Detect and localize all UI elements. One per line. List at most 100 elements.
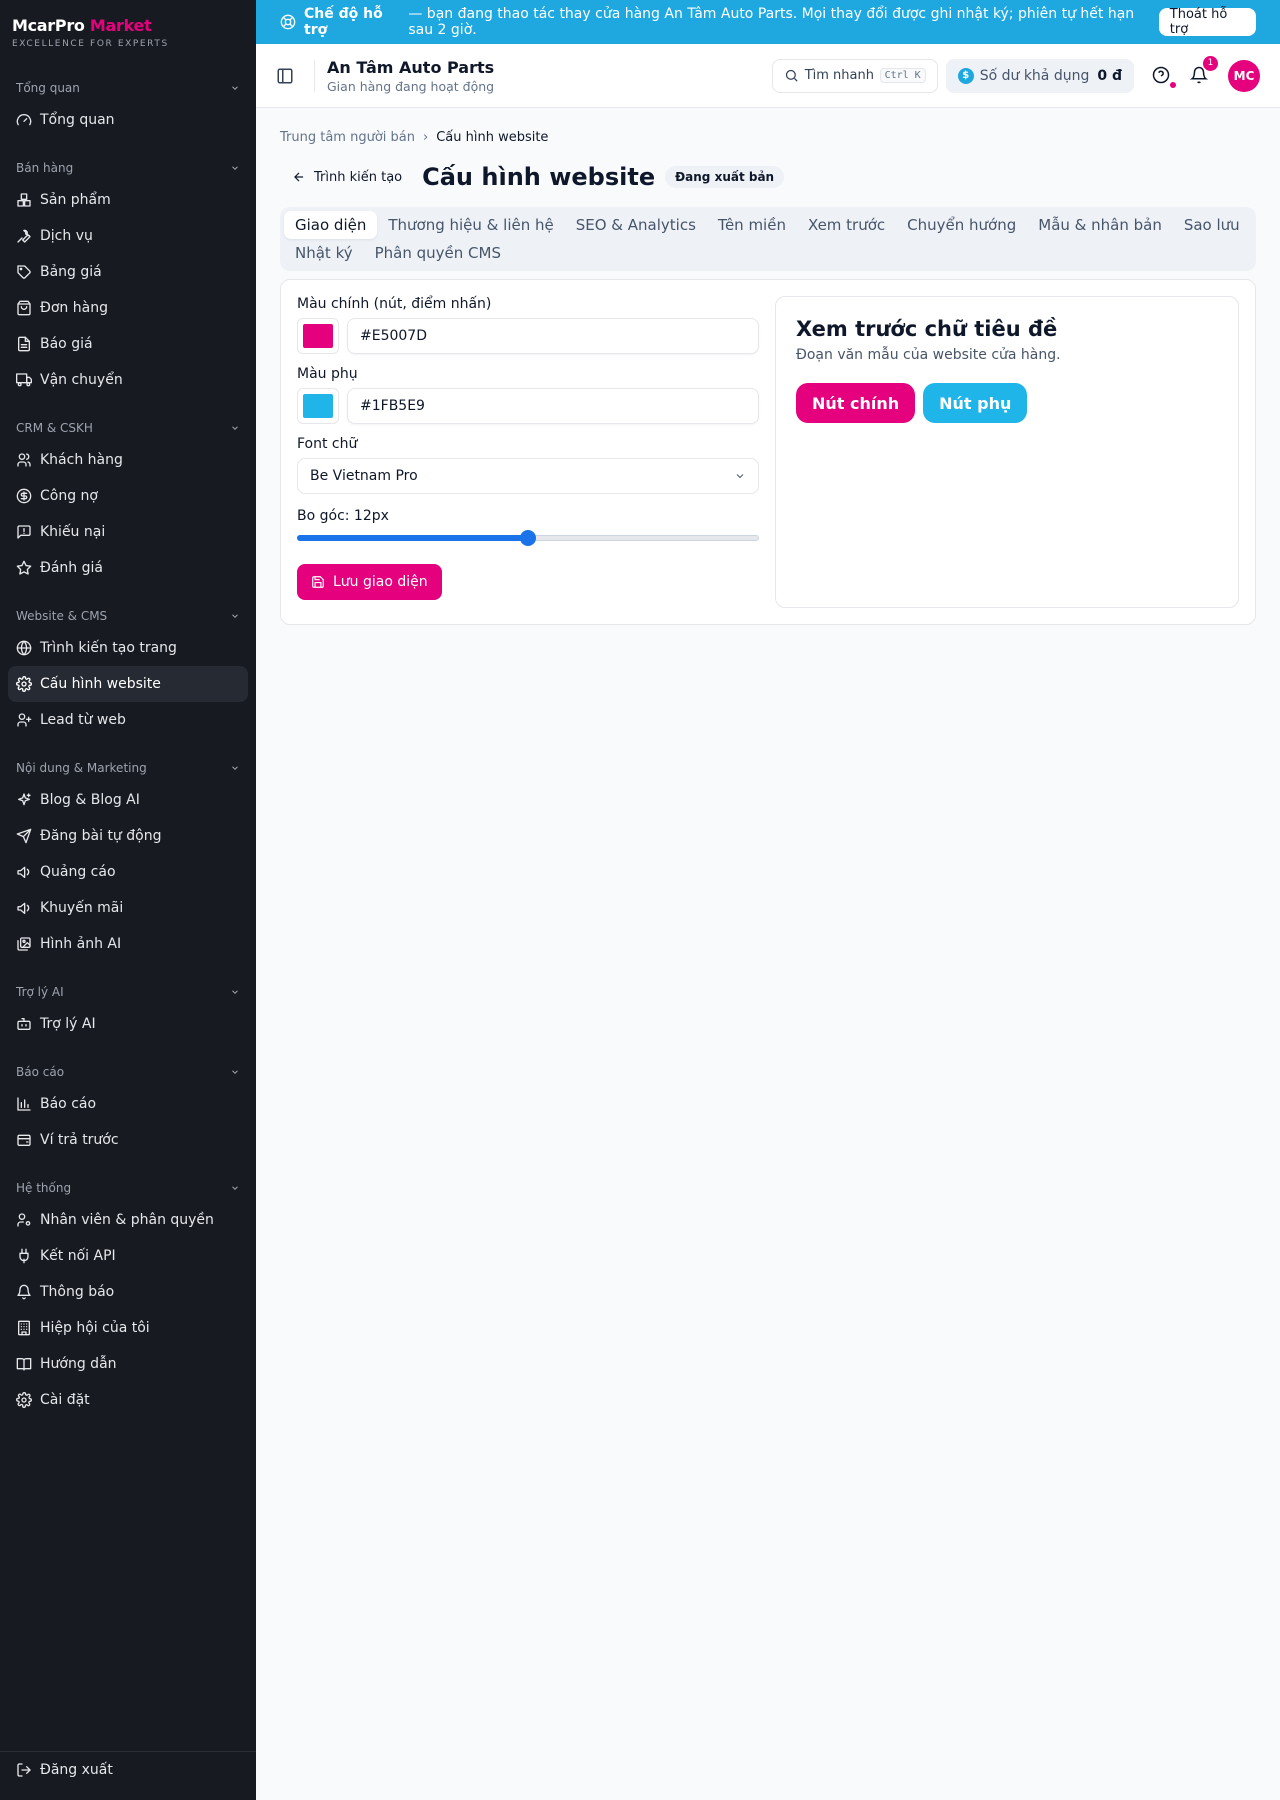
tab[interactable]: Xem trước	[797, 211, 896, 239]
sidebar-item[interactable]: Khách hàng	[8, 442, 248, 478]
save-icon	[312, 576, 324, 588]
sidebar-item[interactable]: Hình ảnh AI	[8, 926, 248, 962]
sidebar-item-label: Trình kiến tạo trang	[40, 640, 177, 656]
radius-label: Bo góc: 12px	[297, 508, 389, 524]
boxes-icon	[17, 193, 31, 207]
sidebar-item[interactable]: Lead từ web	[8, 702, 248, 738]
sidebar-item[interactable]: Dịch vụ	[8, 218, 248, 254]
chevron-down-icon	[232, 614, 238, 618]
sidebar-section-header[interactable]: Bán hàng	[8, 154, 248, 182]
sidebar-item[interactable]: Trình kiến tạo trang	[8, 630, 248, 666]
sidebar-item[interactable]: Trợ lý AI	[8, 1006, 248, 1042]
sidebar-item-label: Kết nối API	[40, 1248, 116, 1264]
font-select[interactable]: Be Vietnam Pro	[297, 458, 759, 494]
sidebar-item[interactable]: Cấu hình website	[8, 666, 248, 702]
tab-list: Giao diện Thương hiệu & liên hệ SEO & Anal…	[280, 207, 1256, 271]
sidebar-item[interactable]: Đăng bài tự động	[8, 818, 248, 854]
back-label: Trình kiến tạo	[314, 169, 403, 185]
chevron-down-icon	[232, 1070, 238, 1074]
sidebar-section-header[interactable]: Website & CMS	[8, 602, 248, 630]
font-select-value: Be Vietnam Pro	[310, 468, 418, 484]
tab[interactable]: Phân quyền CMS	[364, 239, 512, 267]
file-icon	[18, 336, 30, 352]
slider-thumb[interactable]	[520, 530, 536, 546]
sidebar-item[interactable]: Vận chuyển	[8, 362, 248, 398]
sidebar: McarPro Market EXCELLENCE FOR EXPERTS Tổ…	[0, 0, 256, 1800]
primary-color-swatch[interactable]	[297, 318, 339, 354]
tab[interactable]: Sao lưu	[1173, 211, 1251, 239]
sidebar-item[interactable]: Quảng cáo	[8, 854, 248, 890]
sidebar-item[interactable]: Blog & Blog AI	[8, 782, 248, 818]
sidebar-item[interactable]: Khiếu nại	[8, 514, 248, 550]
chevron-down-icon	[232, 990, 238, 994]
logout-button[interactable]: Đăng xuất	[8, 1752, 248, 1788]
sidebar-item[interactable]: Thông báo	[8, 1274, 248, 1310]
store-status: Gian hàng đang hoạt động	[327, 78, 495, 94]
bot-icon	[17, 1018, 31, 1030]
sidebar-item[interactable]: Cài đặt	[8, 1382, 248, 1418]
sidebar-section-header[interactable]: CRM & CSKH	[8, 414, 248, 442]
sidebar-section-label: Trợ lý AI	[16, 985, 64, 999]
sidebar-item[interactable]: Báo giá	[8, 326, 248, 362]
sidebar-section-header[interactable]: Tổng quan	[8, 74, 248, 102]
preview-primary-button[interactable]: Nút chính	[796, 383, 916, 423]
secondary-color-swatch[interactable]	[297, 388, 339, 424]
megaphone-icon	[17, 902, 30, 914]
sidebar-item[interactable]: Báo cáo	[8, 1086, 248, 1122]
sidebar-section-header[interactable]: Nội dung & Marketing	[8, 754, 248, 782]
sidebar-section-header[interactable]: Trợ lý AI	[8, 978, 248, 1006]
tab[interactable]: Giao diện	[284, 211, 378, 239]
bag-icon	[17, 300, 31, 316]
preview-secondary-button[interactable]: Nút phụ	[923, 383, 1028, 423]
book-icon	[16, 1358, 32, 1371]
tab[interactable]: Tên miền	[707, 211, 797, 239]
wrench-icon	[17, 229, 31, 243]
primary-color-input[interactable]: #E5007D	[347, 318, 759, 354]
topbar-divider	[314, 59, 315, 92]
brand-logo[interactable]: McarPro Market EXCELLENCE FOR EXPERTS	[0, 0, 256, 60]
sidebar-item-label: Khuyến mãi	[40, 900, 124, 916]
tab[interactable]: Nhật ký	[284, 239, 364, 267]
chevron-down-icon	[736, 474, 744, 479]
sidebar-item[interactable]: Ví trả trước	[8, 1122, 248, 1158]
truck-icon	[16, 373, 32, 387]
breadcrumb-root[interactable]: Trung tâm người bán	[280, 130, 415, 145]
quick-search-button[interactable]: Tìm nhanh Ctrl K	[771, 58, 938, 93]
sidebar-item[interactable]: Sản phẩm	[8, 182, 248, 218]
exit-support-button[interactable]: Thoát hỗ trợ	[1158, 7, 1256, 37]
balance-chip[interactable]: $ Số dư khả dụng 0 đ	[945, 58, 1134, 93]
sidebar-item[interactable]: Hiệp hội của tôi	[8, 1310, 248, 1346]
help-button[interactable]	[1152, 66, 1176, 88]
save-appearance-button[interactable]: Lưu giao diện	[297, 564, 442, 600]
radius-slider[interactable]	[297, 530, 759, 546]
tab[interactable]: SEO & Analytics	[565, 211, 707, 239]
chevron-down-icon	[232, 1186, 238, 1190]
sidebar-item[interactable]: Công nợ	[8, 478, 248, 514]
users-icon	[17, 453, 31, 467]
sidebar-item[interactable]: Đơn hàng	[8, 290, 248, 326]
tab[interactable]: Thương hiệu & liên hệ	[377, 211, 564, 239]
sidebar-item[interactable]: Bảng giá	[8, 254, 248, 290]
notification-count: 1	[1203, 55, 1218, 71]
sidebar-item[interactable]: Nhân viên & phân quyền	[8, 1202, 248, 1238]
main-content: Trung tâm người bán › Cấu hình website T…	[280, 130, 1256, 625]
sidebar-item[interactable]: Kết nối API	[8, 1238, 248, 1274]
save-label: Lưu giao diện	[333, 574, 428, 590]
back-button[interactable]: Trình kiến tạo	[292, 170, 402, 185]
sidebar-item[interactable]: Tổng quan	[8, 102, 248, 138]
preview-title: Xem trước chữ tiêu đề	[796, 317, 1058, 341]
sidebar-section-header[interactable]: Hệ thống	[8, 1174, 248, 1202]
sidebar-toggle-icon[interactable]	[276, 67, 294, 85]
sidebar-item[interactable]: Khuyến mãi	[8, 890, 248, 926]
sidebar-item[interactable]: Hướng dẫn	[8, 1346, 248, 1382]
avatar[interactable]: MC	[1228, 59, 1260, 92]
tab[interactable]: Chuyển hướng	[896, 211, 1027, 239]
sidebar-section-header[interactable]: Báo cáo	[8, 1058, 248, 1086]
sidebar-item[interactable]: Đánh giá	[8, 550, 248, 586]
secondary-color-input[interactable]: #1FB5E9	[347, 388, 759, 424]
notifications-button[interactable]: 1	[1189, 55, 1218, 86]
sidebar-section-label: Hệ thống	[16, 1181, 72, 1195]
sidebar-item-label: Hiệp hội của tôi	[40, 1320, 150, 1336]
tab[interactable]: Mẫu & nhân bản	[1027, 211, 1173, 239]
logout-icon	[17, 1763, 31, 1777]
